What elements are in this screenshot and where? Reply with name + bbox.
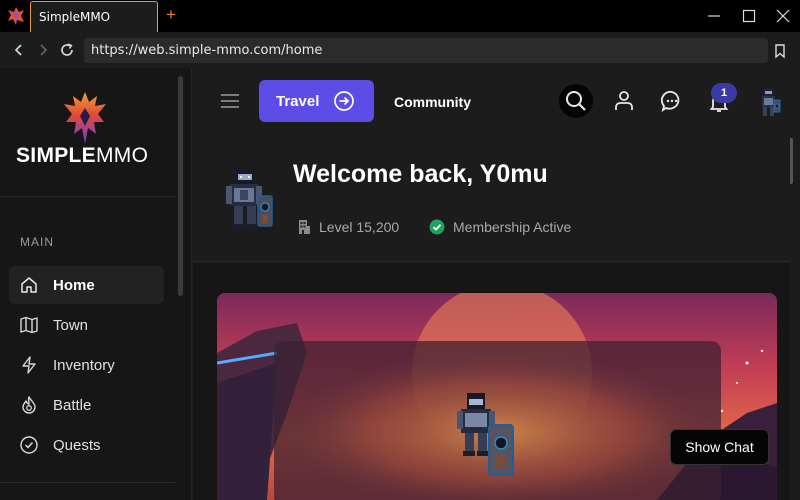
search-icon bbox=[566, 91, 586, 111]
sidebar-item-label: Home bbox=[53, 277, 95, 294]
arrow-right-circle-icon bbox=[334, 91, 354, 111]
flame-icon bbox=[22, 396, 36, 414]
building-icon bbox=[299, 220, 310, 234]
notification-badge: 1 bbox=[711, 83, 737, 103]
back-icon[interactable] bbox=[11, 42, 27, 58]
sidebar-item-label: Town bbox=[53, 317, 89, 334]
section-label-main: MAIN bbox=[20, 235, 54, 249]
sidebar-divider bbox=[0, 196, 175, 197]
sidebar-item-label: Quests bbox=[53, 437, 101, 454]
sidebar: SIMPLEMMO MAIN Home Town Inventory Battl… bbox=[0, 68, 192, 500]
browser-tab[interactable]: SimpleMMO bbox=[30, 1, 158, 32]
lightning-icon bbox=[22, 356, 36, 374]
close-icon[interactable] bbox=[775, 8, 791, 24]
brand-bold: SIMPLE bbox=[16, 144, 96, 167]
dragon-logo-icon bbox=[64, 92, 106, 144]
hero-scene-image bbox=[217, 293, 777, 500]
sidebar-divider-bottom bbox=[0, 482, 175, 483]
url-text: https://web.simple-mmo.com/home bbox=[91, 43, 323, 58]
sidebar-item-battle[interactable]: Battle bbox=[9, 386, 164, 424]
chat-bubble-icon[interactable] bbox=[660, 89, 684, 113]
hamburger-menu-icon[interactable] bbox=[220, 92, 240, 110]
level-text: Level 15,200 bbox=[319, 219, 400, 235]
character-avatar bbox=[226, 168, 273, 229]
sidebar-scrollbar[interactable] bbox=[178, 76, 183, 296]
simplemmo-favicon-icon bbox=[8, 7, 24, 25]
check-circle-icon bbox=[20, 436, 38, 454]
user-avatar[interactable] bbox=[755, 86, 783, 118]
check-badge-icon bbox=[429, 219, 445, 235]
map-icon bbox=[20, 316, 38, 334]
friends-icon[interactable] bbox=[612, 89, 636, 113]
sidebar-item-quests[interactable]: Quests bbox=[9, 426, 164, 464]
brand-wordmark: SIMPLEMMO bbox=[16, 144, 148, 168]
bookmark-icon[interactable] bbox=[772, 43, 788, 59]
sidebar-item-town[interactable]: Town bbox=[9, 306, 164, 344]
forward-icon[interactable] bbox=[35, 42, 51, 58]
travel-button[interactable]: Travel bbox=[259, 80, 374, 122]
browser-titlebar: SimpleMMO + bbox=[0, 0, 800, 32]
url-field[interactable]: https://web.simple-mmo.com/home bbox=[84, 38, 768, 63]
welcome-section bbox=[193, 136, 790, 262]
search-button[interactable] bbox=[559, 84, 593, 118]
hero-banner bbox=[217, 293, 777, 500]
sidebar-item-label: Battle bbox=[53, 397, 92, 414]
maximize-icon[interactable] bbox=[741, 8, 757, 24]
sidebar-item-inventory[interactable]: Inventory bbox=[9, 346, 164, 384]
welcome-title: Welcome back, Y0mu bbox=[293, 160, 548, 188]
brand-light: MMO bbox=[95, 144, 149, 167]
community-link[interactable]: Community bbox=[394, 94, 471, 110]
membership-status: Membership Active bbox=[453, 219, 572, 235]
home-icon bbox=[21, 277, 37, 293]
travel-label: Travel bbox=[276, 93, 320, 110]
reload-icon[interactable] bbox=[59, 42, 75, 58]
minimize-icon[interactable] bbox=[706, 8, 722, 24]
sidebar-item-home[interactable]: Home bbox=[9, 266, 164, 304]
new-tab-button[interactable]: + bbox=[163, 5, 179, 25]
tab-title: SimpleMMO bbox=[39, 10, 111, 24]
show-chat-button[interactable]: Show Chat bbox=[670, 429, 769, 465]
sidebar-item-label: Inventory bbox=[53, 357, 115, 374]
